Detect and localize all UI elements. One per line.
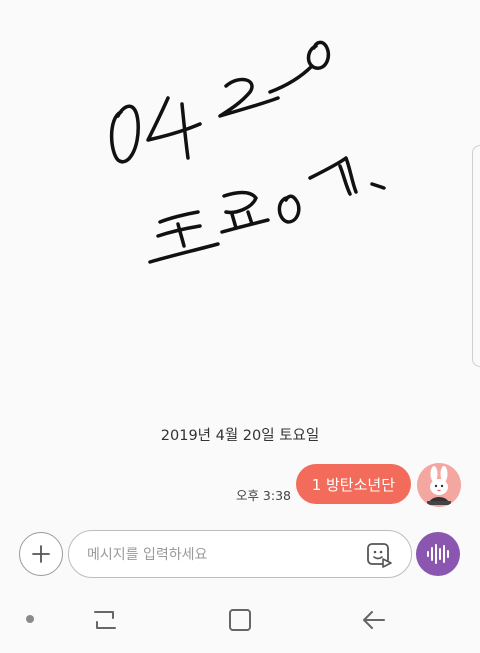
handwritten-digit-0b [306, 40, 331, 70]
handwritten-digit-0 [109, 104, 140, 164]
handwritten-digit-4 [146, 96, 202, 160]
composer-bar [0, 530, 480, 578]
voice-record-button[interactable] [416, 532, 460, 576]
message-input-container [68, 530, 412, 578]
bunny-avatar-icon[interactable] [417, 463, 461, 507]
sticker-icon[interactable] [365, 541, 393, 569]
home-icon[interactable] [224, 604, 256, 636]
plus-icon [32, 545, 50, 563]
message-text: 1 방탄소년단 [311, 475, 395, 494]
dot-icon[interactable] [26, 615, 34, 623]
handwritten-digit-2 [218, 77, 280, 118]
message-bubble[interactable]: 1 방탄소년단 [295, 464, 411, 504]
handwritten-drawing [109, 40, 386, 264]
attach-button[interactable] [19, 532, 63, 576]
handwritten-char-il [277, 194, 301, 224]
back-icon[interactable] [358, 604, 390, 636]
date-separator: 2019년 4월 20일 토요일 [160, 428, 320, 444]
message-input[interactable] [87, 543, 357, 567]
voice-wave-icon [427, 544, 449, 564]
edge-panel-handle[interactable] [472, 145, 480, 367]
message-row: 오후 3:38 1 방탄소년단 [0, 463, 480, 507]
handwritten-char-yo [220, 190, 270, 234]
handwritten-char-to [148, 210, 220, 264]
navigation-bar [0, 596, 480, 644]
recent-apps-icon[interactable] [89, 604, 121, 636]
message-time: 오후 3:38 [235, 488, 291, 503]
